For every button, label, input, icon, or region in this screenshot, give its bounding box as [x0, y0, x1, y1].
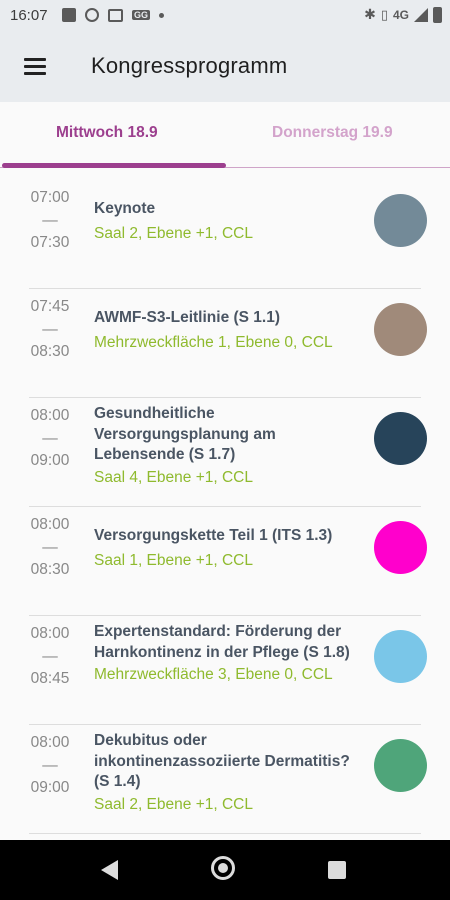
system-icons: ✱ ▯ 4G — [364, 6, 442, 23]
track-color-dot — [374, 303, 427, 356]
session-row[interactable]: 07:45 — 08:30 AWMF-S3-Leitlinie (S 1.1) … — [0, 289, 450, 398]
session-row[interactable]: 08:00 — 08:30 Versorgungskette Teil 1 (I… — [0, 507, 450, 616]
time-dash: — — [42, 647, 58, 665]
divider — [29, 833, 421, 834]
end-time: 08:30 — [30, 561, 70, 578]
session-time: 07:00 — 07:30 — [22, 187, 78, 255]
end-time: 07:30 — [30, 234, 70, 251]
session-location: Mehrzweckfläche 1, Ebene 0, CCL — [94, 333, 333, 351]
session-time: 08:00 — 09:00 — [22, 732, 78, 800]
end-time: 09:00 — [30, 452, 70, 469]
app-bar: Kongressprogramm — [0, 32, 450, 102]
session-row[interactable]: 07:00 — 07:30 Keynote Saal 2, Ebene +1, … — [0, 180, 450, 289]
session-location: Mehrzweckfläche 3, Ebene 0, CCL — [94, 666, 333, 683]
time-dash: — — [42, 756, 58, 774]
end-time: 09:00 — [30, 779, 70, 796]
session-title: Keynote — [94, 200, 156, 217]
session-info: Expertenstandard: Förderung der Harnkont… — [94, 622, 362, 685]
start-time: 07:45 — [30, 298, 70, 315]
session-title: Versorgungskette Teil 1 (ITS 1.3) — [94, 527, 333, 544]
dot-icon — [159, 12, 165, 18]
home-icon[interactable] — [211, 856, 235, 880]
track-color-dot — [374, 412, 427, 465]
time-dash: — — [42, 429, 58, 447]
image-icon — [62, 8, 76, 22]
time-dash: — — [42, 320, 58, 338]
track-color-dot — [374, 194, 427, 247]
end-time: 08:45 — [30, 670, 70, 687]
track-color-dot — [374, 630, 427, 683]
status-bar: 16:07 GG ✱ ▯ 4G — [0, 0, 450, 32]
start-time: 08:00 — [30, 625, 70, 642]
session-time: 08:00 — 09:00 — [22, 405, 78, 473]
session-row[interactable]: 08:00 — 09:00 Dekubitus oder inkontinenz… — [0, 725, 450, 834]
session-time: 08:00 — 08:30 — [22, 514, 78, 582]
vibrate-icon: ▯ — [380, 6, 388, 22]
session-info: AWMF-S3-Leitlinie (S 1.1) Mehrzweckfläch… — [94, 308, 362, 353]
session-time: 08:00 — 08:45 — [22, 623, 78, 691]
bluetooth-icon: ✱ — [364, 6, 376, 22]
network-label: 4G — [392, 7, 409, 22]
session-title: Gesundheitliche Versorgungsplanung am Le… — [94, 405, 276, 463]
session-row[interactable]: 08:00 — 08:45 Expertenstandard: Förderun… — [0, 616, 450, 725]
system-nav-bar — [0, 840, 450, 900]
session-time: 07:45 — 08:30 — [22, 296, 78, 364]
session-info: Gesundheitliche Versorgungsplanung am Le… — [94, 404, 362, 488]
session-location: Saal 2, Ebene +1, CCL — [94, 795, 253, 813]
tab-mittwoch[interactable]: Mittwoch 18.9 — [56, 124, 158, 142]
day-tabs: Mittwoch 18.9 Donnerstag 19.9 — [0, 102, 450, 170]
back-icon[interactable] — [101, 860, 118, 880]
card-icon — [108, 8, 123, 22]
status-time: 16:07 — [10, 7, 48, 24]
whatsapp-icon — [85, 8, 99, 22]
tab-active-indicator — [2, 163, 226, 168]
session-location: Saal 2, Ebene +1, CCL — [94, 224, 253, 242]
end-time: 08:30 — [30, 343, 70, 360]
gg-icon: GG — [132, 10, 151, 20]
track-color-dot — [374, 739, 427, 792]
time-dash: — — [42, 211, 58, 229]
notification-icons: GG — [62, 8, 165, 22]
hamburger-menu-icon[interactable] — [24, 56, 48, 76]
time-dash: — — [42, 538, 58, 556]
start-time: 08:00 — [30, 734, 70, 751]
start-time: 07:00 — [30, 189, 70, 206]
session-location: Saal 1, Ebene +1, CCL — [94, 551, 253, 569]
tab-donnerstag[interactable]: Donnerstag 19.9 — [272, 124, 393, 142]
page-title: Kongressprogramm — [91, 53, 288, 78]
signal-icon — [414, 7, 428, 22]
recents-icon[interactable] — [328, 861, 346, 879]
start-time: 08:00 — [30, 516, 70, 533]
track-color-dot — [374, 521, 427, 574]
start-time: 08:00 — [30, 407, 70, 424]
session-list: 07:00 — 07:30 Keynote Saal 2, Ebene +1, … — [0, 180, 450, 834]
session-info: Keynote Saal 2, Ebene +1, CCL — [94, 199, 362, 244]
session-title: Expertenstandard: Förderung der Harnkont… — [94, 623, 350, 661]
session-title: AWMF-S3-Leitlinie (S 1.1) — [94, 309, 281, 326]
session-title: Dekubitus oder inkontinenzassoziierte De… — [94, 732, 350, 790]
session-info: Dekubitus oder inkontinenzassoziierte De… — [94, 731, 362, 815]
session-info: Versorgungskette Teil 1 (ITS 1.3) Saal 1… — [94, 526, 362, 571]
session-row[interactable]: 08:00 — 09:00 Gesundheitliche Versorgung… — [0, 398, 450, 507]
battery-icon — [433, 6, 442, 23]
session-location: Saal 4, Ebene +1, CCL — [94, 468, 253, 486]
